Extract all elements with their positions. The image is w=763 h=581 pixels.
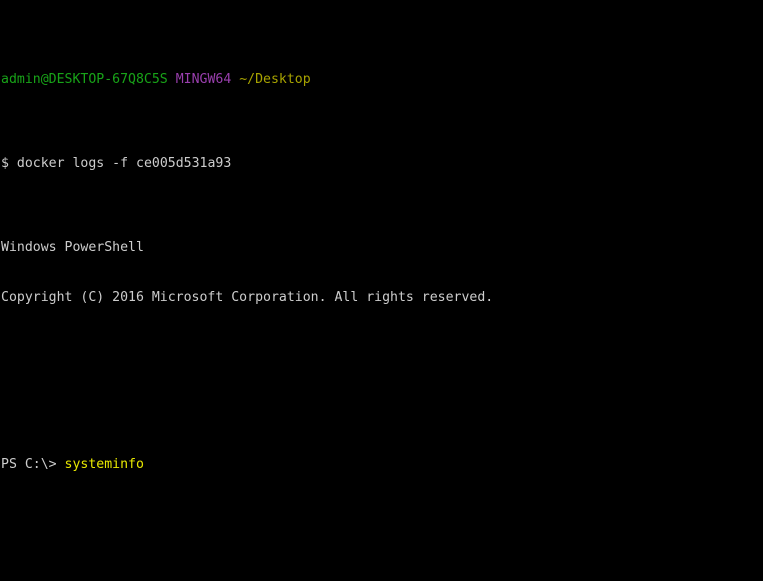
prompt-user-host: admin@DESKTOP-67Q8C5S (1, 72, 168, 87)
prompt-sigil: $ (1, 155, 9, 171)
bash-prompt-line: admin@DESKTOP-67Q8C5S MINGW64 ~/Desktop (1, 72, 763, 89)
prompt-shell-tag: MINGW64 (175, 72, 232, 87)
powershell-banner-line-2: Copyright (C) 2016 Microsoft Corporation… (1, 289, 494, 305)
ps-prompt-line: PS C:\> systeminfo (1, 457, 763, 474)
prompt-path: ~/Desktop (239, 72, 311, 87)
systeminfo-command: systeminfo (64, 457, 144, 473)
prompt-space-1 (168, 72, 176, 87)
ps-prompt-prefix: PS C:\> (1, 457, 57, 473)
ps-prompt-space (57, 457, 65, 472)
terminal-window[interactable]: admin@DESKTOP-67Q8C5S MINGW64 ~/Desktop … (0, 0, 763, 581)
bash-command-line: $ docker logs -f ce005d531a93 (1, 156, 763, 173)
command-space (9, 156, 17, 171)
docker-command: docker logs -f ce005d531a93 (16, 155, 232, 171)
powershell-banner-line-1: Windows PowerShell (1, 239, 144, 255)
